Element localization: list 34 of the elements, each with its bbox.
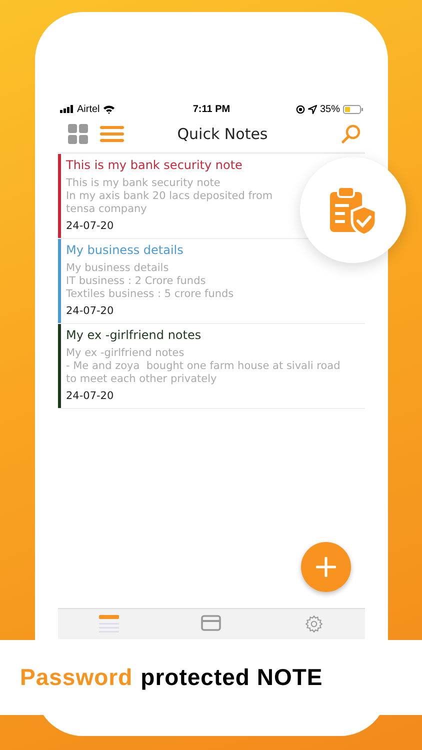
note-title[interactable]: This is my bank security note <box>66 158 242 172</box>
caption-highlight: Password <box>20 664 133 691</box>
note-text: IT business : 2 Crore funds <box>66 275 206 288</box>
note-text: tensa company <box>66 203 147 216</box>
note-title[interactable]: My ex -girlfriend notes <box>66 328 202 342</box>
notes-icon <box>99 615 120 635</box>
signal-icon <box>60 105 74 113</box>
note-title[interactable]: My business details <box>66 243 184 257</box>
note-text: Textiles business : 5 crore funds <box>66 288 234 301</box>
note-date: 24-07-20 <box>66 220 115 232</box>
time-text: 7:11 PM <box>192 104 230 114</box>
note-date: 24-07-20 <box>66 390 115 402</box>
battery-text: 35% <box>320 104 340 114</box>
search-icon[interactable] <box>341 124 361 144</box>
wifi-icon <box>102 104 115 114</box>
note-text: to meet each other privately <box>66 373 217 386</box>
carrier-text: Airtel <box>77 104 100 114</box>
note-text: In my axis bank 20 lacs deposited from <box>66 190 273 203</box>
note-text: My ex -girlfriend notes <box>66 347 184 360</box>
note-text: My business details <box>66 262 169 275</box>
header-title: Quick Notes <box>176 125 269 143</box>
caption-text: protected NOTE <box>140 664 323 691</box>
note-text: - Me and zoya bought one farm house at sivali road <box>66 360 340 373</box>
grid-icon[interactable] <box>68 124 88 144</box>
add-button[interactable] <box>301 542 351 592</box>
menu-icon[interactable] <box>100 126 124 142</box>
plus-icon <box>316 557 336 577</box>
note-date: 24-07-20 <box>66 305 115 317</box>
settings-icon <box>304 615 323 633</box>
battery-icon <box>343 104 363 114</box>
note-text: This is my bank security note <box>66 177 220 190</box>
lock-rotation-icon <box>296 104 305 114</box>
card-icon <box>201 615 222 631</box>
location-icon <box>308 104 317 114</box>
